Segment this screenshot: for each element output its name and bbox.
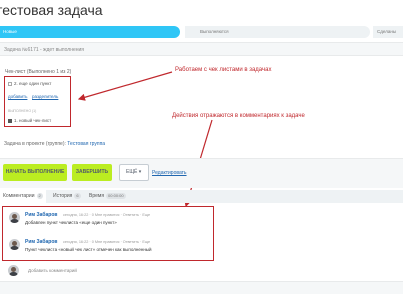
tab-label: Время (89, 193, 105, 199)
start-button[interactable]: НАЧАТЬ ВЫПОЛНЕНИЕ (3, 164, 67, 181)
task-title: тестовая задача (0, 2, 103, 18)
tab-count: 00:00:00 (106, 193, 126, 199)
tab-count: 6 (74, 193, 81, 199)
checklist-item[interactable]: 2. еще один пункт (8, 81, 51, 86)
finish-button[interactable]: ЗАВЕРШИТЬ (72, 164, 112, 181)
stage-in-progress[interactable]: Выполняются (185, 26, 370, 38)
tab-time[interactable]: Время 00:00:00 (86, 190, 129, 203)
tab-comments[interactable]: Комментарии 2 (0, 190, 46, 203)
project-label: Задача в проекте (группе): (4, 141, 66, 147)
checkbox[interactable] (8, 82, 12, 86)
comment-meta[interactable]: сегодня, 16:22 · 0 Мне нравится · Ответи… (63, 213, 150, 217)
bottom-bar (0, 281, 403, 294)
status-text: Задача №6171 - ждет выполнения (4, 47, 84, 53)
add-comment-row[interactable]: Добавить комментарий (0, 264, 403, 278)
checklist-done-section[interactable]: ВЫПОЛНЕНО (1) (8, 109, 36, 113)
edit-link[interactable]: Редактировать (152, 170, 187, 176)
title-row: тестовая задача ✎ (0, 0, 403, 22)
comment-item: Рим Забаров сегодня, 16:22 · 0 Мне нрави… (3, 210, 213, 232)
tab-bar: Комментарии 2 История 6 Время 00:00:00 (0, 190, 403, 203)
checklist-add-link[interactable]: добавить (8, 94, 27, 99)
add-comment-link[interactable]: Добавить комментарий (28, 268, 77, 273)
checklist-highlight: 2. еще один пункт добавить разделитель В… (4, 76, 71, 127)
avatar (8, 265, 19, 276)
annotation-checklist: Работаем с чек листами в задачах (175, 67, 272, 73)
project-row: Задача в проекте (группе): Тестовая груп… (4, 141, 105, 147)
more-label: ЕЩЁ (126, 169, 138, 175)
avatar[interactable] (9, 212, 20, 223)
checklist-item-label: 2. еще один пункт (14, 81, 52, 86)
comment-author[interactable]: Рим Забаров (25, 239, 57, 245)
stage-bar: Новые Выполняются Сделаны (0, 26, 403, 38)
pencil-icon[interactable]: ✎ (75, 6, 83, 14)
checklist-item[interactable]: 1. новый чек-лист (8, 118, 51, 123)
project-link[interactable]: Тестовая группа (67, 141, 105, 147)
checklist-item-label: 1. новый чек-лист (14, 118, 52, 123)
checklist-title: Чек-лист (Выполнено 1 из 2) (5, 69, 72, 75)
avatar[interactable] (9, 239, 20, 250)
stage-new[interactable]: Новые (0, 26, 180, 38)
comments-highlight: Рим Забаров сегодня, 16:22 · 0 Мне нрави… (2, 206, 214, 261)
comment-text: Пункт чеклиста «новый чек лист» отмечен … (25, 247, 152, 252)
checklist-separator-link[interactable]: разделитель (32, 94, 58, 99)
comment-text: Добавлен пункт чеклиста «еще один пункт» (25, 220, 117, 225)
comment-meta[interactable]: сегодня, 16:22 · 0 Мне нравится · Ответи… (63, 240, 150, 244)
status-line: Задача №6171 - ждет выполнения (0, 42, 403, 56)
more-button[interactable]: ЕЩЁ ▾ (119, 164, 149, 181)
tab-history[interactable]: История 6 (50, 190, 84, 203)
stage-done[interactable]: Сделаны (373, 26, 403, 38)
checkbox-checked[interactable] (8, 119, 12, 123)
tab-label: Комментарии (3, 193, 35, 199)
tab-label: История (53, 193, 73, 199)
chevron-down-icon: ▾ (138, 169, 142, 175)
comment-item: Рим Забаров сегодня, 16:22 · 0 Мне нрави… (3, 237, 213, 259)
tab-count: 2 (36, 193, 43, 199)
annotation-comments: Действия отражаются в комментариях к зад… (172, 113, 305, 119)
comment-author[interactable]: Рим Забаров (25, 212, 57, 218)
action-bar: НАЧАТЬ ВЫПОЛНЕНИЕ ЗАВЕРШИТЬ ЕЩЁ ▾ Редакт… (0, 158, 403, 188)
arrow-to-checklist (77, 71, 173, 101)
